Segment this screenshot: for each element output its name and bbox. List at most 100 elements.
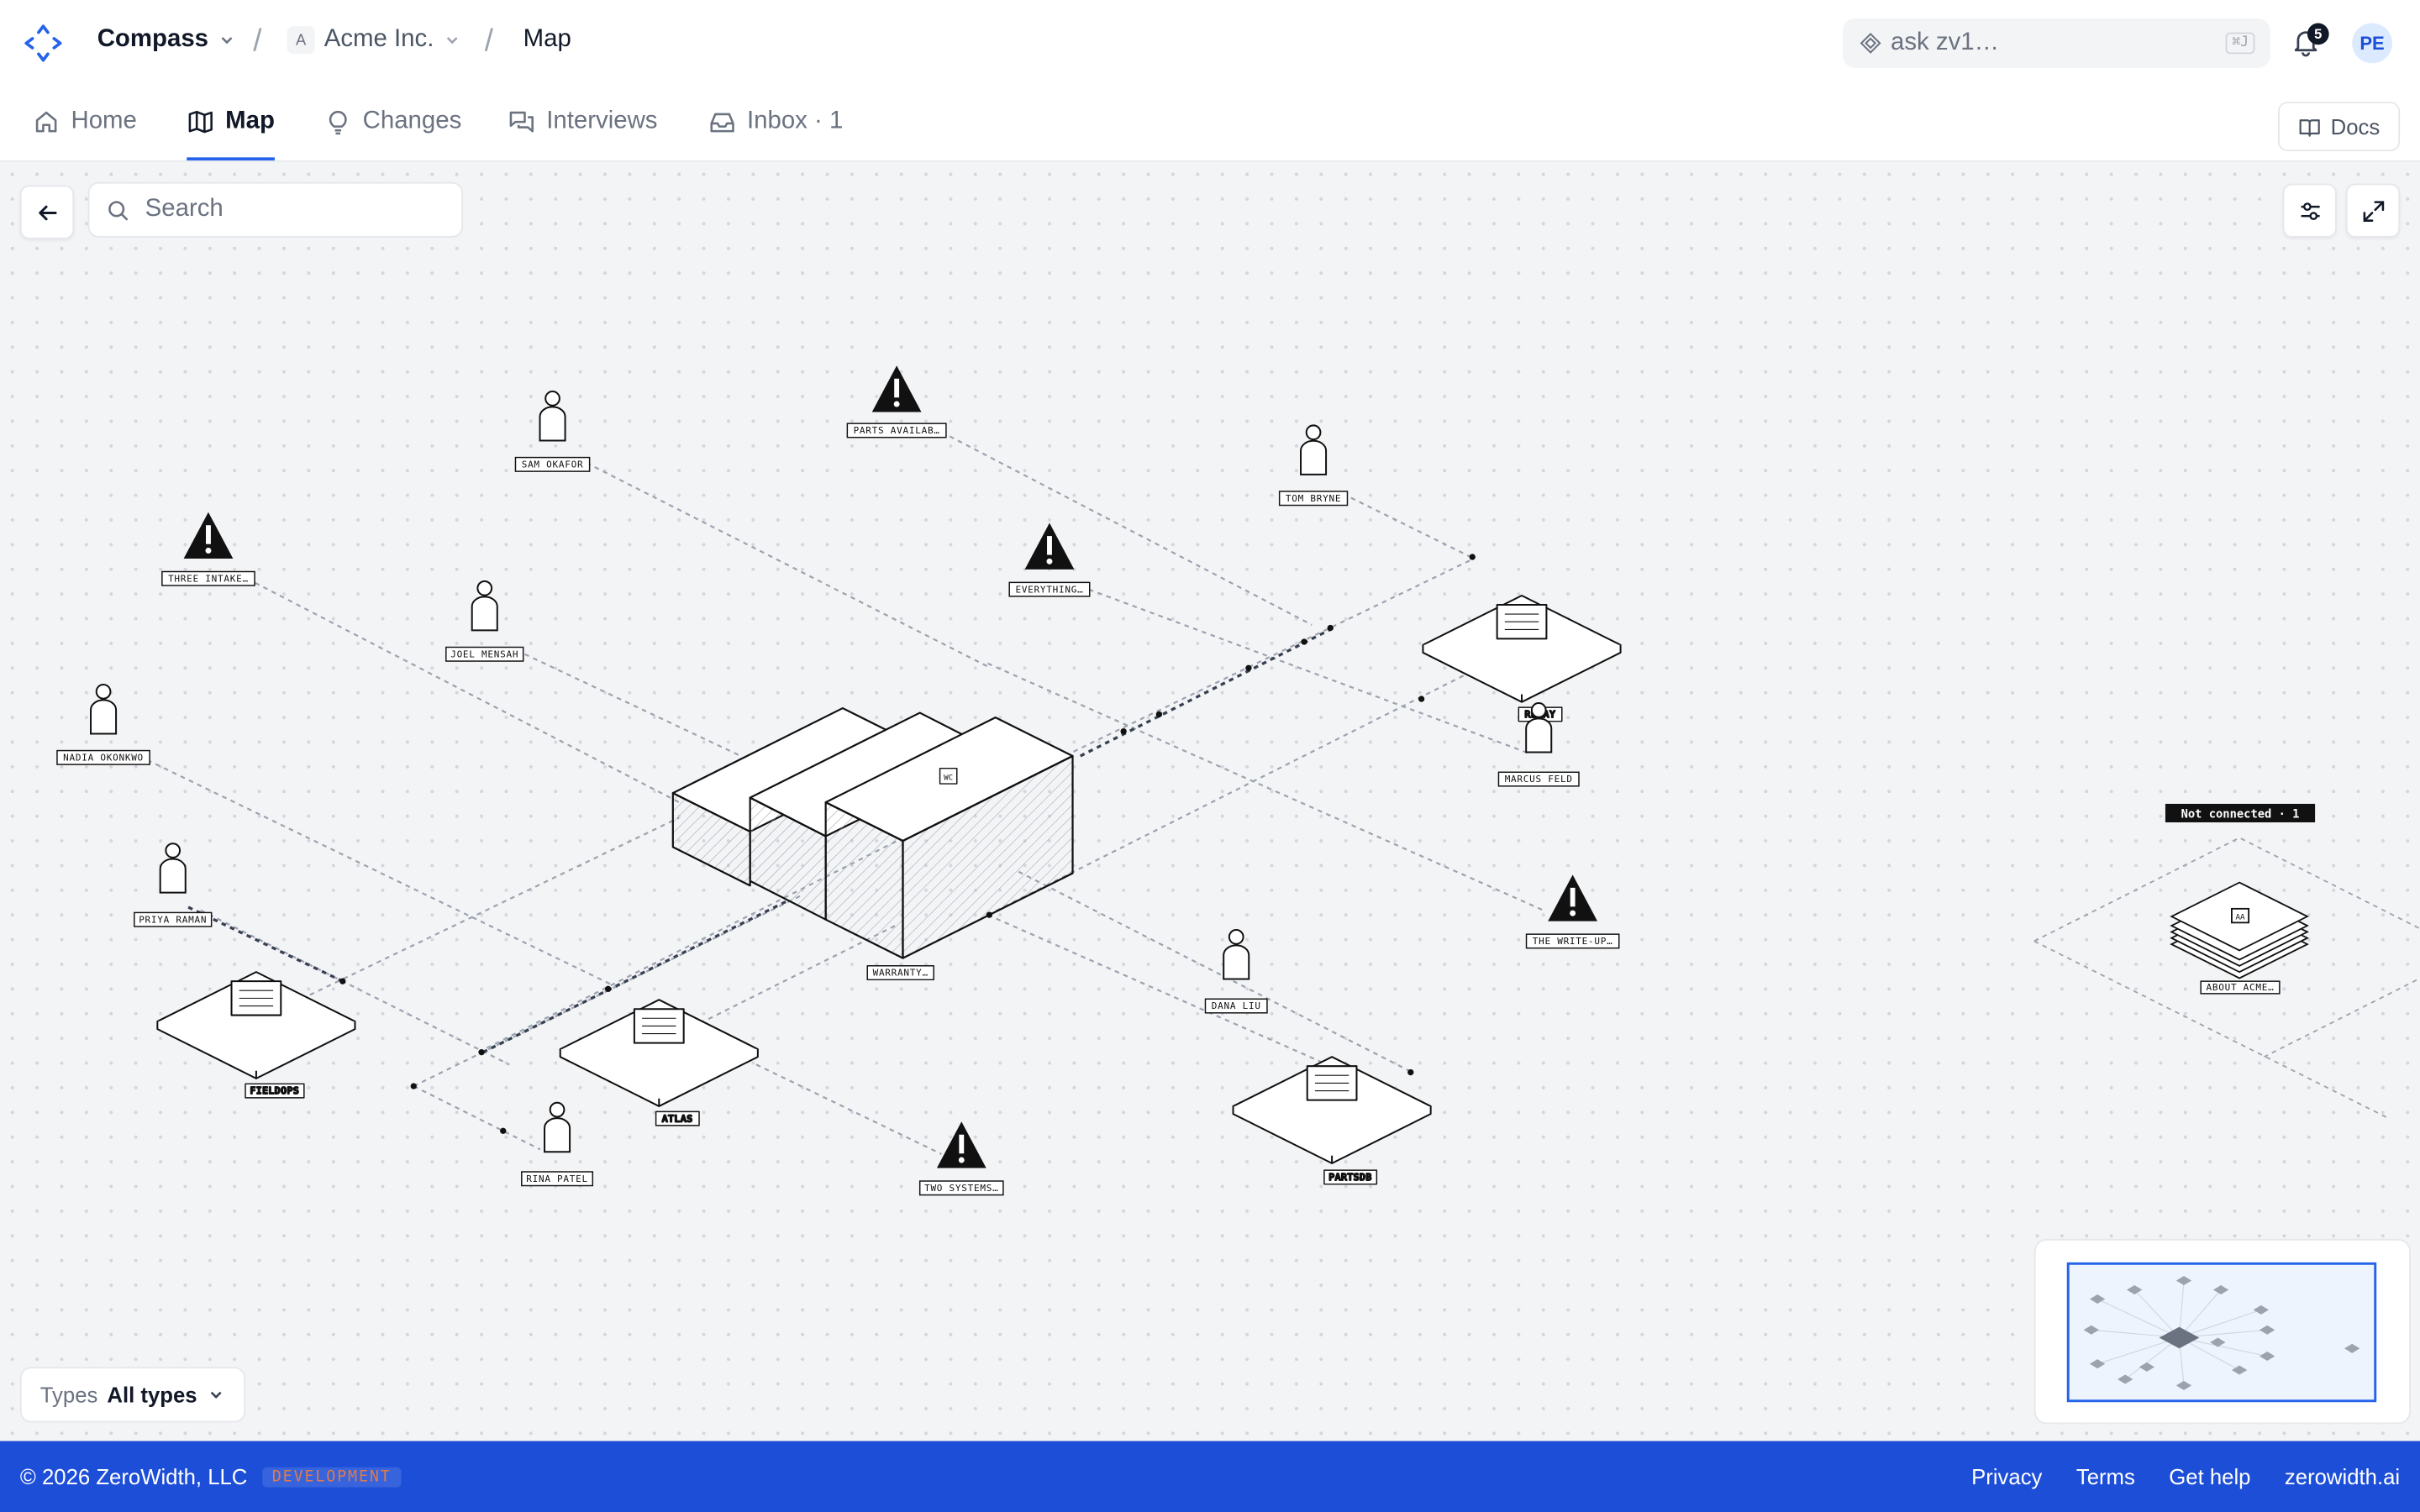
tab-inbox[interactable]: Inbox · 1 xyxy=(708,108,843,160)
person-node[interactable]: RINA PATEL xyxy=(521,1101,594,1187)
system-node[interactable]: PARTSDB xyxy=(1232,1056,1432,1185)
node-label: TOM BRYNE xyxy=(1286,493,1341,504)
issue-node[interactable]: THREE INTAKE… xyxy=(161,512,255,586)
disconnected-group[interactable]: Not connected · 1 AA ABOUT ACME… xyxy=(2033,803,2420,1120)
docs-button[interactable]: Docs xyxy=(2278,102,2401,151)
system-node[interactable]: FIELDOPS xyxy=(156,971,356,1099)
issue-node[interactable]: TWO SYSTEMS… xyxy=(918,1121,1004,1196)
types-filter-select[interactable]: Types All types xyxy=(19,1367,245,1423)
node-label: PARTSDB xyxy=(1328,1172,1372,1183)
filter-settings-button[interactable] xyxy=(2282,183,2337,238)
map-canvas[interactable]: WC WARRANTY… RELAY FIELDOPS ATLAS PARTSDB S… xyxy=(0,161,2420,1441)
tab-map[interactable]: Map xyxy=(187,108,275,161)
tab-interviews[interactable]: Interviews xyxy=(508,108,658,160)
node-label: SAM OKAFOR xyxy=(522,459,584,470)
warning-icon xyxy=(871,365,922,412)
junction-dot xyxy=(410,1083,417,1089)
system-node[interactable]: RELAY xyxy=(1422,594,1622,722)
junction-dot xyxy=(1418,696,1425,702)
edge xyxy=(940,431,1313,626)
person-node[interactable]: NADIA OKONKWO xyxy=(56,683,150,765)
tab-label: Changes xyxy=(362,108,462,134)
person-icon xyxy=(471,580,498,632)
node-label: PRIYA RAMAN xyxy=(139,914,207,925)
node-label: JOEL MENSAH xyxy=(450,648,518,659)
inbox-icon xyxy=(710,113,734,133)
person-node[interactable]: SAM OKAFOR xyxy=(514,390,591,472)
node-label: RINA PATEL xyxy=(526,1173,588,1184)
edge xyxy=(246,577,680,804)
search-box[interactable] xyxy=(87,181,464,238)
disconnected-zone-edge xyxy=(2033,940,2390,1120)
person-icon xyxy=(159,843,187,894)
node-label: EVERYTHING… xyxy=(1015,584,1083,595)
minimap[interactable] xyxy=(2033,1238,2411,1425)
notification-count-badge: 5 xyxy=(2307,23,2329,45)
sparkle-icon xyxy=(1860,32,1881,54)
disconnected-title: Not connected · 1 xyxy=(2181,807,2300,821)
person-node[interactable]: DANA LIU xyxy=(1204,929,1268,1014)
nav-tabs: Home Map Changes Interviews Inbox · 1 Do… xyxy=(0,87,2420,162)
edge xyxy=(586,462,989,668)
breadcrumb-separator: / xyxy=(253,24,262,59)
back-button[interactable] xyxy=(19,185,75,239)
warning-icon xyxy=(936,1121,986,1168)
org-switcher[interactable]: A Acme Inc. xyxy=(287,26,462,55)
tab-label: Inbox · 1 xyxy=(746,108,844,134)
copyright: © 2026 ZeroWidth, LLC xyxy=(19,1464,248,1489)
person-icon xyxy=(543,1101,571,1153)
issue-node[interactable]: PARTS AVAILAB… xyxy=(846,365,947,438)
edge xyxy=(524,653,742,757)
warning-icon xyxy=(1548,874,1598,921)
junction-dot xyxy=(478,1048,485,1056)
lightbulb-icon xyxy=(329,110,347,135)
junction-dot xyxy=(1245,664,1252,671)
notifications-button[interactable]: 5 xyxy=(2291,23,2329,60)
issue-node[interactable]: THE WRITE-UP… xyxy=(1525,874,1620,949)
person-node[interactable]: PRIYA RAMAN xyxy=(134,843,213,927)
tab-label: Map xyxy=(225,108,275,134)
app-switcher[interactable]: Compass xyxy=(97,26,236,54)
ask-input[interactable]: ask zv1… ⌘J xyxy=(1843,18,2270,68)
user-avatar[interactable]: PE xyxy=(2352,23,2392,64)
node-label: TWO SYSTEMS… xyxy=(924,1183,998,1194)
chat-icon xyxy=(509,111,534,133)
tab-label: Home xyxy=(71,108,137,134)
person-node[interactable]: MARCUS FELD xyxy=(1497,702,1580,787)
junction-dot xyxy=(1469,554,1476,560)
person-icon xyxy=(1299,424,1328,475)
footer-link-zerowidth[interactable]: zerowidth.ai xyxy=(2285,1464,2400,1488)
platform-side xyxy=(559,1048,759,1107)
stack-badge: AA xyxy=(2235,913,2245,922)
person-node[interactable]: TOM BRYNE xyxy=(1278,424,1349,507)
search-input[interactable] xyxy=(141,194,442,226)
warning-icon xyxy=(183,512,234,559)
junction-dot xyxy=(1301,638,1307,645)
hub-node-warranty[interactable]: WC WARRANTY… xyxy=(671,706,1074,981)
compass-logo-icon[interactable] xyxy=(22,22,65,73)
ask-shortcut: ⌘J xyxy=(2225,32,2255,55)
org-avatar: A xyxy=(287,26,315,55)
person-icon xyxy=(1223,929,1250,980)
fullscreen-button[interactable] xyxy=(2345,183,2401,238)
issue-node[interactable]: EVERYTHING… xyxy=(1008,522,1091,597)
chevron-down-icon xyxy=(447,37,458,45)
document-stack-node[interactable] xyxy=(2170,881,2309,979)
top-bar: Compass / A Acme Inc. / Map ask zv1… ⌘J … xyxy=(0,0,2420,90)
expand-icon xyxy=(2362,200,2384,222)
stack-label: ABOUT ACME… xyxy=(2206,982,2274,993)
hub-label: WARRANTY… xyxy=(873,968,929,979)
home-icon xyxy=(35,111,57,133)
node-label: PARTS AVAILAB… xyxy=(854,425,940,436)
tab-changes[interactable]: Changes xyxy=(324,108,462,160)
footer-link-privacy[interactable]: Privacy xyxy=(1971,1464,2042,1488)
tab-home[interactable]: Home xyxy=(33,108,137,160)
footer-link-terms[interactable]: Terms xyxy=(2076,1464,2135,1488)
edge xyxy=(1342,492,1475,559)
footer: © 2026 ZeroWidth, LLC DEVELOPMENT Privac… xyxy=(0,1441,2420,1512)
edge xyxy=(138,755,618,989)
person-node[interactable]: JOEL MENSAH xyxy=(445,580,524,662)
system-node[interactable]: ATLAS xyxy=(559,999,759,1126)
types-filter-label: Types xyxy=(39,1382,98,1408)
footer-link-help[interactable]: Get help xyxy=(2169,1464,2250,1488)
